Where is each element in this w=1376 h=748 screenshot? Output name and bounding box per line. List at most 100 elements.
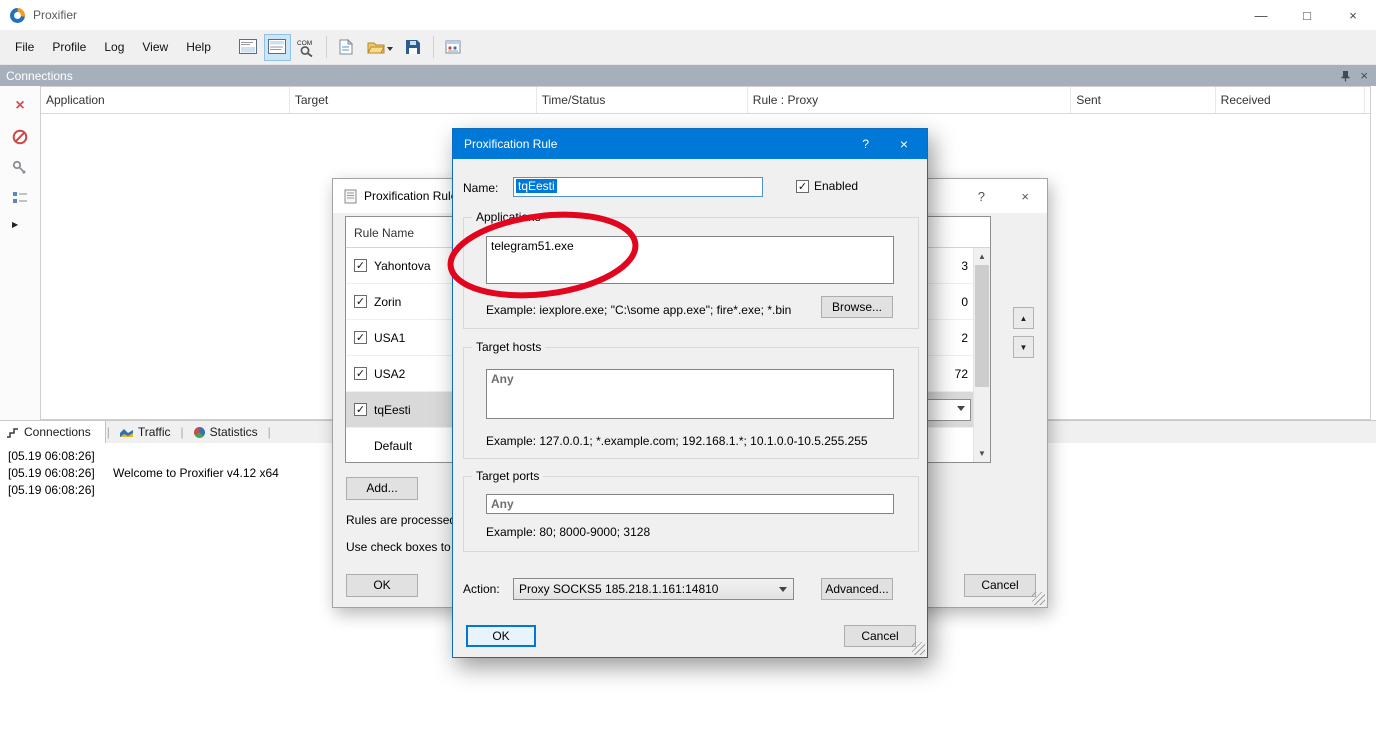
connection-details-icon[interactable]: [12, 191, 28, 205]
action-value: Proxy SOCKS5 185.218.1.161:14810: [519, 582, 718, 596]
applications-example: Example: iexplore.exe; "C:\some app.exe"…: [486, 303, 818, 317]
target-hosts-example: Example: 127.0.0.1; *.example.com; 192.1…: [486, 434, 916, 448]
applications-input[interactable]: telegram51.exe: [486, 236, 894, 284]
proxification-rule-dialog: Proxification Rule ? × Name: tqEesti ✓ E…: [452, 128, 928, 658]
enabled-checkbox-group[interactable]: ✓ Enabled: [796, 179, 858, 193]
col-received[interactable]: Received: [1216, 87, 1365, 113]
tab-traffic[interactable]: Traffic: [111, 421, 180, 443]
menu-file[interactable]: File: [6, 37, 43, 57]
expand-toolbar-icon[interactable]: ▶: [12, 220, 18, 229]
rules-cancel-button[interactable]: Cancel: [964, 574, 1036, 597]
resize-grip[interactable]: [912, 642, 925, 655]
open-profile-icon: [367, 40, 385, 54]
panel-caption-icons: ×: [1340, 69, 1368, 82]
menubar: File Profile Log View Help COM: [0, 30, 1376, 65]
chevron-down-icon: [779, 587, 787, 596]
abort-connection-icon[interactable]: [12, 129, 28, 145]
log-timestamp: [05.19 06:08:26]: [8, 483, 113, 497]
close-connection-icon[interactable]: ×: [15, 98, 24, 114]
tab-divider: |: [181, 425, 184, 439]
new-profile-icon: [339, 39, 353, 55]
rules-close-button[interactable]: ×: [1021, 189, 1029, 204]
proxy-settings-button[interactable]: [440, 34, 467, 61]
rule-checkbox[interactable]: ✓: [354, 295, 367, 308]
tab-divider: |: [268, 425, 271, 439]
enabled-checkbox[interactable]: ✓: [796, 180, 809, 193]
target-hosts-input[interactable]: Any: [486, 369, 894, 419]
tab-statistics[interactable]: Statistics: [185, 421, 267, 443]
tab-label: Traffic: [138, 425, 171, 439]
scroll-down-icon[interactable]: ▼: [974, 445, 990, 462]
col-filler: [1365, 87, 1370, 113]
new-profile-button[interactable]: [333, 34, 360, 61]
rule-close-button[interactable]: ×: [881, 129, 927, 159]
col-application[interactable]: Application: [41, 87, 290, 113]
col-time-status[interactable]: Time/Status: [537, 87, 748, 113]
close-button[interactable]: ×: [1330, 0, 1376, 30]
rule-row-fragment: 3: [961, 259, 968, 273]
rules-list-scrollbar[interactable]: ▲ ▼: [973, 248, 990, 462]
rules-note-processing: Rules are processed fr: [346, 513, 467, 527]
rule-ok-button[interactable]: OK: [466, 625, 536, 647]
rule-checkbox[interactable]: ✓: [354, 331, 367, 344]
save-profile-icon: [405, 39, 421, 55]
col-target[interactable]: Target: [290, 87, 537, 113]
chevron-down-icon: [957, 406, 965, 415]
panel-close-icon[interactable]: ×: [1360, 69, 1368, 82]
pin-icon[interactable]: [1340, 70, 1351, 82]
traffic-tab-icon: [120, 427, 133, 437]
col-sent[interactable]: Sent: [1071, 87, 1215, 113]
maximize-button[interactable]: □: [1284, 0, 1330, 30]
rule-cancel-button[interactable]: Cancel: [844, 625, 916, 647]
titlebar[interactable]: Proxifier — □ ×: [0, 0, 1376, 30]
menu-help[interactable]: Help: [177, 37, 220, 57]
menu-log[interactable]: Log: [95, 37, 133, 57]
scroll-up-icon[interactable]: ▲: [974, 248, 990, 265]
menu-profile[interactable]: Profile: [43, 37, 95, 57]
rule-dialog-title: Proxification Rule: [464, 137, 557, 151]
action-select[interactable]: Proxy SOCKS5 185.218.1.161:14810: [513, 578, 794, 600]
rule-name: USA1: [374, 331, 405, 345]
advanced-button[interactable]: Advanced...: [821, 578, 893, 600]
tab-connections[interactable]: Connections: [0, 421, 106, 443]
move-rule-up-button[interactable]: ▲: [1013, 307, 1034, 329]
scroll-thumb[interactable]: [975, 265, 989, 387]
save-profile-button[interactable]: [400, 34, 427, 61]
applications-group-label: Applications: [472, 210, 545, 224]
tab-divider: |: [107, 425, 110, 439]
target-ports-group-label: Target ports: [472, 469, 543, 483]
rule-checkbox[interactable]: ✓: [354, 259, 367, 272]
open-profile-button[interactable]: [362, 34, 398, 61]
rule-name: Zorin: [374, 295, 401, 309]
rule-help-button[interactable]: ?: [862, 137, 869, 151]
rules-ok-button[interactable]: OK: [346, 574, 418, 597]
connections-panel-button[interactable]: [264, 34, 291, 61]
add-rule-button[interactable]: Add...: [346, 477, 418, 500]
log-panel-button[interactable]: [235, 34, 262, 61]
action-label: Action:: [463, 582, 500, 596]
menu-view[interactable]: View: [133, 37, 177, 57]
toolbar-separator: [326, 36, 327, 58]
enabled-label: Enabled: [814, 179, 858, 193]
browse-button[interactable]: Browse...: [821, 296, 893, 318]
col-rule-proxy[interactable]: Rule : Proxy: [748, 87, 1072, 113]
rule-row-fragment: 2: [961, 331, 968, 345]
rules-help-button[interactable]: ?: [978, 189, 985, 204]
open-profile-dropdown-icon[interactable]: [387, 47, 393, 54]
name-label: Name:: [463, 181, 498, 195]
rule-checkbox[interactable]: ✓: [354, 367, 367, 380]
rule-name-input[interactable]: tqEesti: [513, 177, 763, 197]
resize-grip[interactable]: [1032, 592, 1045, 605]
target-ports-input[interactable]: Any: [486, 494, 894, 514]
tab-label: Statistics: [210, 425, 258, 439]
move-rule-down-button[interactable]: ▼: [1013, 336, 1034, 358]
connections-panel-icon: [268, 39, 286, 55]
connections-panel-caption[interactable]: Connections ×: [0, 65, 1376, 86]
target-ports-group: Target ports: [463, 476, 919, 552]
rule-checkbox[interactable]: ✓: [354, 403, 367, 416]
rule-dialog-titlebar[interactable]: Proxification Rule ? ×: [453, 129, 927, 159]
proxy-key-icon[interactable]: [12, 160, 28, 176]
com-scan-button[interactable]: COM: [293, 34, 320, 61]
window-controls: — □ ×: [1238, 0, 1376, 30]
minimize-button[interactable]: —: [1238, 0, 1284, 30]
